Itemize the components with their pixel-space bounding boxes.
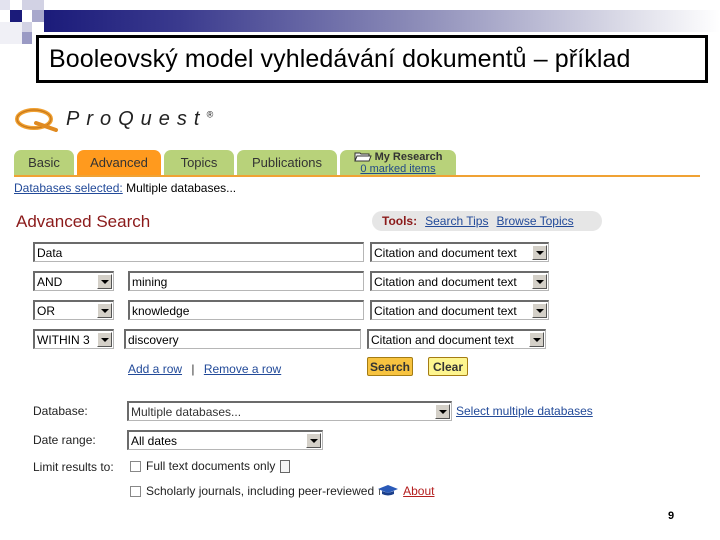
graduation-cap-icon bbox=[378, 485, 399, 496]
chevron-down-icon[interactable] bbox=[435, 404, 450, 419]
remove-row-link[interactable]: Remove a row bbox=[204, 362, 281, 376]
search-term-input-2[interactable]: mining bbox=[128, 271, 364, 291]
slide-title: Booleovský model vyhledávání dokumentů –… bbox=[49, 44, 631, 73]
date-range-select[interactable]: All dates bbox=[127, 430, 323, 450]
field-select-4[interactable]: Citation and document text bbox=[367, 329, 546, 349]
chevron-down-icon[interactable] bbox=[532, 245, 547, 260]
decor-square bbox=[22, 0, 44, 10]
tools-label: Tools: bbox=[382, 214, 418, 228]
folder-icon bbox=[353, 152, 372, 162]
row-links: Add a row | Remove a row bbox=[128, 362, 281, 376]
page-title: Advanced Search bbox=[16, 212, 151, 231]
marked-items-link[interactable]: 0 marked items bbox=[360, 163, 435, 175]
databases-selected-link[interactable]: Databases selected: bbox=[14, 181, 123, 195]
chevron-down-icon[interactable] bbox=[529, 332, 544, 347]
decor-square bbox=[0, 0, 10, 10]
scholarly-label: Scholarly journals, including peer-revie… bbox=[146, 484, 375, 498]
database-label: Database: bbox=[33, 404, 88, 418]
clear-button[interactable]: Clear bbox=[428, 357, 468, 376]
databases-selected-value: Multiple databases... bbox=[126, 181, 237, 195]
select-multiple-databases-link[interactable]: Select multiple databases bbox=[456, 404, 593, 418]
chevron-down-icon[interactable] bbox=[306, 433, 321, 448]
decor-square bbox=[0, 22, 22, 44]
nav-tabs: Basic Advanced Topics Publications My Re… bbox=[14, 150, 459, 175]
browse-topics-link[interactable]: Browse Topics bbox=[496, 214, 573, 228]
select-multiple-databases-link-wrap: Select multiple databases bbox=[456, 404, 593, 418]
chevron-down-icon[interactable] bbox=[97, 274, 112, 289]
search-tips-link[interactable]: Search Tips bbox=[425, 214, 488, 228]
tools-bar: Tools: Search Tips Browse Topics bbox=[372, 211, 602, 231]
field-select-2[interactable]: Citation and document text bbox=[370, 271, 549, 291]
full-text-label: Full text documents only bbox=[146, 459, 276, 473]
about-link[interactable]: About bbox=[403, 484, 434, 498]
proquest-wordmark: ProQuest® bbox=[66, 107, 214, 130]
database-select[interactable]: Multiple databases... bbox=[127, 401, 452, 421]
chevron-down-icon[interactable] bbox=[532, 274, 547, 289]
decor-square bbox=[10, 10, 22, 22]
databases-selected: Databases selected: Multiple databases..… bbox=[14, 181, 236, 195]
chevron-down-icon[interactable] bbox=[97, 303, 112, 318]
slide-title-box: Booleovský model vyhledávání dokumentů –… bbox=[36, 35, 708, 83]
operator-select-4[interactable]: WITHIN 3 bbox=[33, 329, 114, 349]
search-term-input-4[interactable]: discovery bbox=[124, 329, 361, 349]
field-select-3[interactable]: Citation and document text bbox=[370, 300, 549, 320]
decor-square bbox=[22, 22, 32, 32]
proquest-logo: ProQuest® bbox=[14, 106, 213, 132]
scholarly-option: Scholarly journals, including peer-revie… bbox=[130, 484, 434, 498]
operator-select-3[interactable]: OR bbox=[33, 300, 114, 320]
scholarly-checkbox[interactable] bbox=[130, 485, 141, 497]
proquest-q-icon bbox=[15, 108, 58, 132]
search-button[interactable]: Search bbox=[367, 357, 413, 376]
page-number: 9 bbox=[668, 510, 675, 522]
limit-results-label: Limit results to: bbox=[33, 460, 114, 474]
full-text-checkbox[interactable] bbox=[130, 460, 141, 472]
operator-select-2[interactable]: AND bbox=[33, 271, 114, 291]
tab-basic[interactable]: Basic bbox=[14, 150, 74, 175]
search-term-input-3[interactable]: knowledge bbox=[128, 300, 364, 320]
chevron-down-icon[interactable] bbox=[532, 303, 547, 318]
full-text-option: Full text documents only bbox=[130, 459, 291, 473]
chevron-down-icon[interactable] bbox=[97, 332, 112, 347]
document-icon bbox=[280, 459, 291, 473]
tab-divider bbox=[14, 175, 700, 177]
tab-publications[interactable]: Publications bbox=[237, 150, 337, 175]
add-row-link[interactable]: Add a row bbox=[128, 362, 182, 376]
date-range-label: Date range: bbox=[33, 433, 96, 447]
search-term-input-1[interactable]: Data bbox=[33, 242, 364, 262]
tab-advanced[interactable]: Advanced bbox=[77, 150, 161, 175]
decor-square bbox=[32, 10, 44, 22]
decor-square bbox=[22, 32, 32, 44]
my-research-label: My Research bbox=[374, 150, 443, 163]
title-gradient-band bbox=[44, 10, 720, 32]
separator: | bbox=[191, 362, 195, 376]
field-select-1[interactable]: Citation and document text bbox=[370, 242, 549, 262]
tab-topics[interactable]: Topics bbox=[164, 150, 234, 175]
tab-my-research[interactable]: My Research 0 marked items bbox=[340, 150, 456, 175]
